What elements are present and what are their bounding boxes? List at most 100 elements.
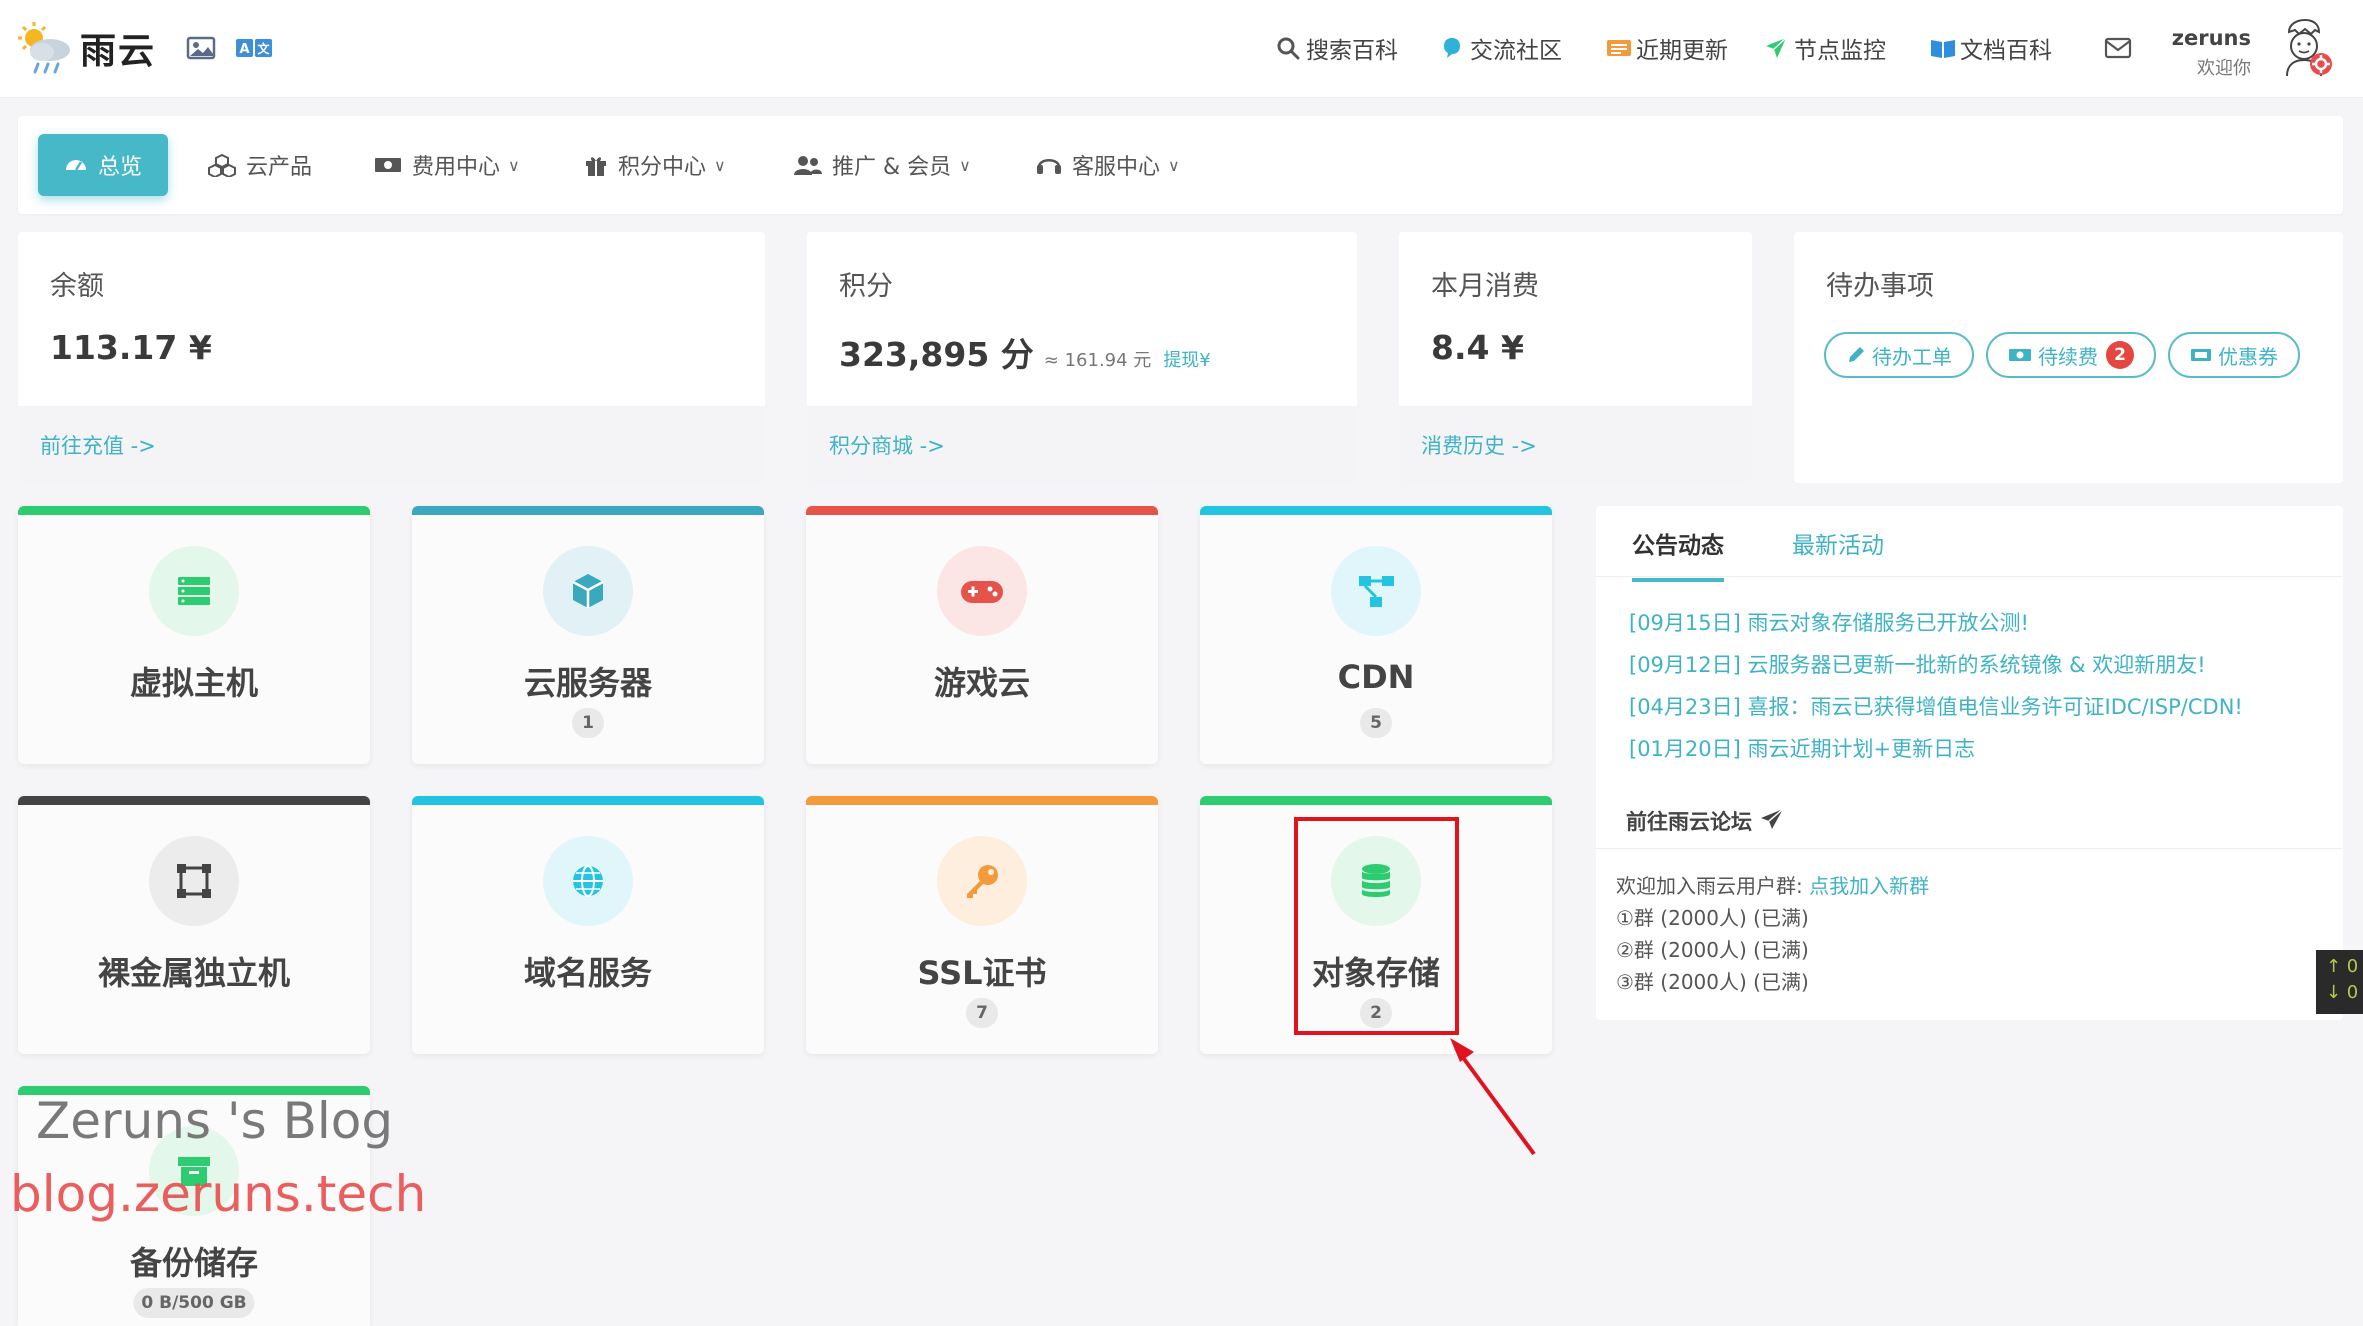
top-navbar: 雨云 A文 搜索百科 交流社区 近期更新 节点监控 文档百科 zeruns 欢迎…: [0, 0, 2363, 98]
svg-text:文: 文: [257, 41, 270, 56]
menu-cloud-products[interactable]: 云产品: [208, 134, 312, 196]
group-item: ③群 (2000人) (已满): [1616, 970, 1809, 994]
cube-icon: [543, 546, 633, 636]
upload-speed: ↑ 0: [2326, 956, 2359, 977]
svg-text:A: A: [239, 42, 249, 57]
nav-docs[interactable]: 文档百科: [1930, 30, 2052, 66]
nav-label: 文档百科: [1960, 38, 2052, 64]
money-icon: [374, 153, 402, 177]
nav-community[interactable]: 交流社区: [1440, 30, 1562, 66]
brand-logo[interactable]: 雨云: [18, 22, 156, 74]
product-tile-ssl[interactable]: SSL证书 7: [806, 796, 1158, 1054]
menu-affiliate-membership[interactable]: 推广 & 会员 ∨: [794, 134, 971, 196]
product-name: 域名服务: [523, 954, 652, 992]
todo-title: 待办事项: [1826, 271, 1934, 302]
paper-plane-icon: [1760, 807, 1784, 835]
book-icon: [1930, 36, 1955, 60]
headset-icon: [1036, 153, 1062, 177]
product-count-badge: 7: [966, 998, 998, 1028]
pending-tickets-button[interactable]: 待办工单: [1824, 332, 1974, 378]
search-icon: [1276, 36, 1300, 60]
product-tile-cloud-server[interactable]: 云服务器 1: [412, 506, 764, 764]
nav-node-monitor[interactable]: 节点监控: [1764, 30, 1886, 66]
product-name: 虚拟主机: [129, 664, 258, 702]
send-arrow-icon: [1764, 36, 1788, 60]
menu-label: 积分中心: [618, 155, 707, 180]
network-icon: [1331, 546, 1421, 636]
news-item[interactable]: [09月15日] 雨云对象存储服务已开放公测!: [1629, 602, 2243, 644]
image-icon[interactable]: [186, 36, 216, 60]
user-info[interactable]: zeruns 欢迎你: [2172, 26, 2251, 80]
nav-label: 搜索百科: [1306, 38, 1398, 64]
product-tile-game-cloud[interactable]: 游戏云: [806, 506, 1158, 764]
mail-icon: [2104, 36, 2132, 60]
translate-icon[interactable]: A文: [236, 36, 272, 60]
balance-title: 余额: [50, 271, 104, 302]
news-item[interactable]: [01月20日] 雨云近期计划+更新日志: [1629, 728, 2243, 770]
avatar[interactable]: [2275, 18, 2335, 80]
menu-points[interactable]: 积分中心 ∨: [584, 134, 726, 196]
product-name: 裸金属独立机: [97, 954, 290, 992]
bare-metal-icon: [149, 836, 239, 926]
product-count-badge: 0 B/500 GB: [133, 1288, 255, 1318]
menu-label: 云产品: [246, 155, 313, 180]
group-intro: 欢迎加入雨云用户群:: [1616, 874, 1803, 898]
gift-icon: [584, 153, 608, 177]
user-name: zeruns: [2171, 26, 2251, 50]
group-item: ②群 (2000人) (已满): [1616, 938, 1809, 962]
globe-icon: [543, 836, 633, 926]
product-name: 备份储存: [129, 1244, 258, 1282]
mail-button[interactable]: [2104, 30, 2138, 66]
tab-announcements[interactable]: 公告动态: [1632, 526, 1724, 582]
cubes-icon: [208, 153, 236, 179]
menu-billing[interactable]: 费用中心 ∨: [374, 134, 520, 196]
gamepad-icon: [937, 546, 1027, 636]
group-item: ①群 (2000人) (已满): [1616, 906, 1809, 930]
points-title: 积分: [839, 271, 893, 302]
brand-name: 雨云: [80, 31, 157, 72]
pencil-icon: [1846, 345, 1866, 365]
points-mall-link[interactable]: 积分商城 ->: [807, 406, 1357, 482]
todo-label: 待办工单: [1872, 344, 1952, 369]
todo-label: 待续费: [2038, 344, 2098, 369]
menu-support[interactable]: 客服中心 ∨: [1036, 134, 1180, 196]
news-item[interactable]: [04月23日] 喜报：雨云已获得增值电信业务许可证IDC/ISP/CDN!: [1629, 686, 2243, 728]
product-tile-virtual-host[interactable]: 虚拟主机: [18, 506, 370, 764]
monthly-spend-value: 8.4 ¥: [1431, 328, 1524, 367]
menu-label: 费用中心: [412, 155, 501, 180]
product-tile-cdn[interactable]: CDN 5: [1200, 506, 1552, 764]
points-value: 323,895 分: [839, 335, 1034, 374]
pending-renewal-button[interactable]: 待续费 2: [1986, 332, 2156, 378]
monthly-spend-title: 本月消费: [1431, 271, 1539, 302]
todo-label: 优惠券: [2218, 344, 2278, 369]
product-name: 游戏云: [933, 664, 1030, 702]
product-tile-domain[interactable]: 域名服务: [412, 796, 764, 1054]
withdraw-link[interactable]: 提现¥: [1163, 350, 1210, 371]
product-name: CDN: [1337, 658, 1415, 696]
join-group-link[interactable]: 点我加入新群: [1809, 874, 1929, 898]
points-value-row: 323,895 分 ≈ 161.94 元提现¥: [839, 328, 1211, 376]
news-item[interactable]: [09月12日] 云服务器已更新一批新的系统镜像 & 欢迎新朋友!: [1629, 644, 2243, 686]
product-count-badge: 1: [572, 708, 604, 738]
balance-card: 余额 113.17 ¥ 前往充值 ->: [18, 232, 765, 482]
recharge-link[interactable]: 前往充值 ->: [18, 406, 765, 482]
forum-link-label: 前往雨云论坛: [1626, 810, 1752, 834]
nav-search-wiki[interactable]: 搜索百科: [1276, 30, 1398, 66]
nav-updates[interactable]: 近期更新: [1606, 30, 1728, 66]
money-icon: [2008, 345, 2032, 365]
watermark-title: Zeruns 's Blog: [36, 1092, 394, 1150]
monthly-spend-card: 本月消费 8.4 ¥ 消费历史 ->: [1399, 232, 1752, 482]
highlight-box: [1294, 817, 1459, 1035]
menu-overview[interactable]: 总览: [38, 134, 169, 196]
watermark-url: blog.zeruns.tech: [10, 1165, 427, 1223]
key-icon: [937, 836, 1027, 926]
points-equivalent: ≈ 161.94 元: [1043, 350, 1152, 371]
announcements-panel: 公告动态 最新活动 [09月15日] 雨云对象存储服务已开放公测! [09月12…: [1596, 506, 2343, 1020]
product-tile-bare-metal[interactable]: 裸金属独立机: [18, 796, 370, 1054]
network-speed-widget: ↑ 0 ↓ 0: [2316, 950, 2363, 1014]
menu-label: 总览: [98, 155, 143, 180]
spend-history-link[interactable]: 消费历史 ->: [1399, 406, 1752, 482]
coupons-button[interactable]: 优惠券: [2168, 332, 2300, 378]
forum-link[interactable]: 前往雨云论坛: [1626, 806, 1784, 836]
tab-latest-events[interactable]: 最新活动: [1792, 526, 1884, 578]
